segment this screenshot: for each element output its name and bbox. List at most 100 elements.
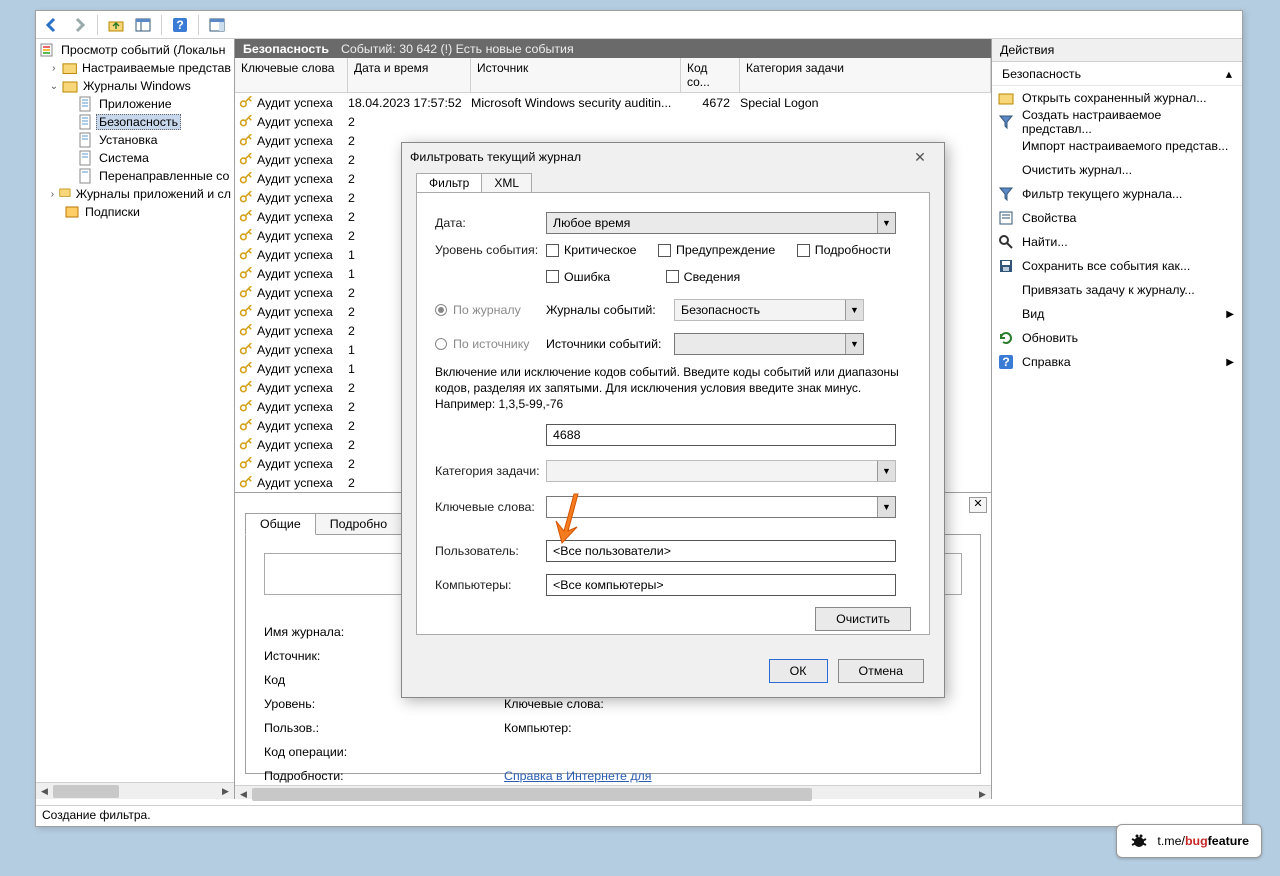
center-hscroll[interactable]: ◀ ▶ (235, 785, 991, 799)
label-level: Уровень события: (435, 243, 546, 257)
chk-critical[interactable]: Критическое (546, 243, 637, 257)
expand-icon[interactable]: › (48, 63, 60, 74)
action-item[interactable]: Создать настраиваемое представл... (992, 110, 1242, 134)
action-item[interactable]: Найти... (992, 230, 1242, 254)
action-item[interactable]: Вид ▶ (992, 302, 1242, 326)
subscriptions-icon (64, 204, 80, 220)
tree-root[interactable]: Просмотр событий (Локальн (36, 41, 234, 59)
actions-category[interactable]: Безопасность ▴ (992, 62, 1242, 86)
tree-panel: Просмотр событий (Локальн › Настраиваемы… (36, 39, 235, 799)
chk-verbose[interactable]: Подробности (797, 243, 891, 257)
log-subtitle: Событий: 30 642 (!) Есть новые события (341, 42, 574, 56)
scroll-left-icon[interactable]: ◀ (36, 783, 53, 799)
toolbar: ? (36, 11, 1242, 39)
scroll-thumb[interactable] (252, 788, 812, 801)
tree-app-logs[interactable]: ›Журналы приложений и сл (36, 185, 234, 203)
scroll-right-icon[interactable]: ▶ (974, 786, 991, 803)
action-item[interactable]: Свойства (992, 206, 1242, 230)
event-ids-hint: Включение или исключение кодов событий. … (435, 364, 911, 413)
separator (161, 15, 162, 35)
event-sources-combo[interactable]: ▼ (674, 333, 864, 355)
watermark: t.me/bugfeature (1116, 824, 1262, 858)
computers-input[interactable] (546, 574, 896, 596)
folder-up-button[interactable] (105, 14, 127, 36)
col-datetime[interactable]: Дата и время (348, 58, 471, 92)
action-item[interactable]: Импорт настраиваемого представ... (992, 134, 1242, 158)
forward-button[interactable] (68, 14, 90, 36)
dialog-tab-filter[interactable]: Фильтр (416, 173, 482, 193)
date-value: Любое время (553, 216, 630, 230)
action-item[interactable]: Обновить (992, 326, 1242, 350)
tree-log-setup[interactable]: Установка (36, 131, 234, 149)
panes-button[interactable] (132, 14, 154, 36)
tree-item-label: Перенаправленные со (96, 168, 232, 184)
chk-info[interactable]: Сведения (666, 270, 741, 284)
help-button[interactable]: ? (169, 14, 191, 36)
label-user: Пользов.: (264, 721, 504, 745)
label-level: Уровень: (264, 697, 504, 721)
date-combo[interactable]: Любое время ▼ (546, 212, 896, 234)
submenu-arrow-icon: ▶ (1226, 357, 1234, 368)
taskcat-combo: ▼ (546, 460, 896, 482)
log-icon (78, 96, 94, 112)
tree-custom-views[interactable]: › Настраиваемые представ (36, 59, 234, 77)
col-eventid[interactable]: Код со... (681, 58, 740, 92)
dialog-tab-xml[interactable]: XML (481, 173, 532, 193)
action-item[interactable]: Привязать задачу к журналу... (992, 278, 1242, 302)
action-item[interactable]: Сохранить все события как... (992, 254, 1242, 278)
chk-warning[interactable]: Предупреждение (658, 243, 775, 257)
scroll-right-icon[interactable]: ▶ (217, 783, 234, 799)
user-input[interactable] (546, 540, 896, 562)
label-computer: Компьютер: (504, 721, 644, 745)
chk-error[interactable]: Ошибка (546, 270, 610, 284)
scroll-left-icon[interactable]: ◀ (235, 786, 252, 803)
expand-icon[interactable]: › (48, 189, 57, 200)
chevron-down-icon: ▼ (877, 213, 895, 233)
action-label: Вид (1022, 307, 1044, 321)
col-keywords[interactable]: Ключевые слова (235, 58, 348, 92)
action-item[interactable]: ? Справка ▶ (992, 350, 1242, 374)
radio-by-log: По журналу (435, 303, 546, 317)
svg-text:?: ? (1002, 355, 1010, 369)
scroll-thumb[interactable] (53, 785, 119, 798)
event-ids-input[interactable] (546, 424, 896, 446)
back-button[interactable] (41, 14, 63, 36)
ok-button[interactable]: ОК (769, 659, 828, 683)
event-row[interactable]: Аудит успеха18.04.2023 17:57:52Microsoft… (235, 93, 991, 112)
dialog-titlebar[interactable]: Фильтровать текущий журнал ✕ (402, 143, 944, 171)
chevron-down-icon: ▼ (845, 334, 863, 354)
submenu-arrow-icon: ▶ (1226, 309, 1234, 320)
tree-subscriptions[interactable]: Подписки (36, 203, 234, 221)
preview-pane-button[interactable] (206, 14, 228, 36)
actions-category-label: Безопасность (1002, 67, 1081, 81)
dialog-close-button[interactable]: ✕ (904, 149, 936, 166)
label-event-logs: Журналы событий: (546, 303, 674, 317)
tree-log-forwarded[interactable]: Перенаправленные со (36, 167, 234, 185)
clear-button[interactable]: Очистить (815, 607, 911, 631)
log-title: Безопасность (243, 42, 329, 56)
collapse-icon[interactable]: ▴ (1226, 66, 1232, 81)
collapse-icon[interactable]: ⌄ (48, 81, 60, 92)
col-source[interactable]: Источник (471, 58, 681, 92)
find-icon (998, 234, 1016, 250)
event-row[interactable]: Аудит успеха2 (235, 112, 991, 131)
tree-log-system[interactable]: Система (36, 149, 234, 167)
cancel-button[interactable]: Отмена (838, 659, 924, 683)
tree-item-label: Настраиваемые представ (79, 60, 234, 76)
tab-general[interactable]: Общие (245, 513, 316, 535)
keywords-combo[interactable]: ▼ (546, 496, 896, 518)
tree-hscroll[interactable]: ◀ ▶ (36, 782, 234, 799)
action-label: Справка (1022, 355, 1071, 369)
tree-log-security[interactable]: Безопасность (36, 113, 234, 131)
label-event-sources: Источники событий: (546, 337, 674, 351)
label-keywords: Ключевые слова: (504, 697, 644, 721)
tree-log-application[interactable]: Приложение (36, 95, 234, 113)
tab-details[interactable]: Подробно (315, 513, 402, 535)
folder-icon (998, 90, 1016, 106)
details-close-button[interactable]: ✕ (969, 497, 987, 513)
action-item[interactable]: Открыть сохраненный журнал... (992, 86, 1242, 110)
action-item[interactable]: Фильтр текущего журнала... (992, 182, 1242, 206)
tree-windows-logs[interactable]: ⌄ Журналы Windows (36, 77, 234, 95)
action-item[interactable]: Очистить журнал... (992, 158, 1242, 182)
col-taskcat[interactable]: Категория задачи (740, 58, 991, 92)
